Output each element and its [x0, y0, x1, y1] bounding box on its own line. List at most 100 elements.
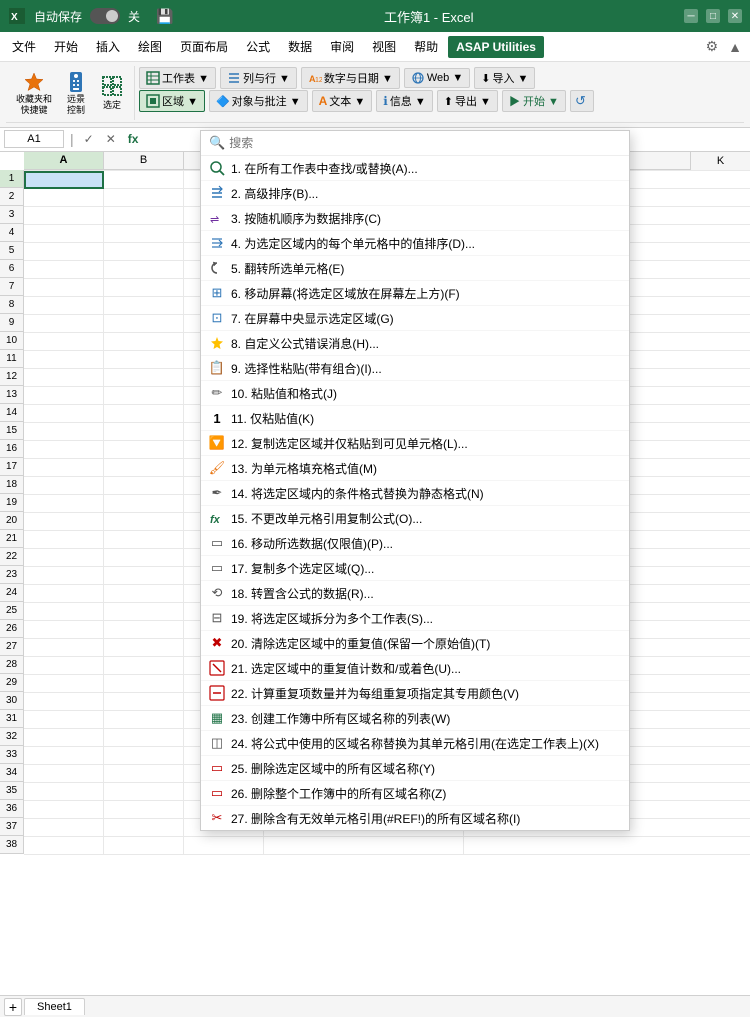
menu-entry-23[interactable]: ▦23. 创建工作簿中所有区域名称的列表(W)	[201, 706, 629, 731]
export-btn[interactable]: ⬆ 导出 ▼	[437, 90, 498, 112]
cell-B35[interactable]	[104, 783, 184, 801]
menu-entry-27[interactable]: ✂27. 删除含有无效单元格引用(#REF!)的所有区域名称(I)	[201, 806, 629, 830]
cell-A31[interactable]	[24, 711, 104, 729]
cell-A30[interactable]	[24, 693, 104, 711]
cell-B4[interactable]	[104, 225, 184, 243]
menu-entry-25[interactable]: ▭25. 删除选定区域中的所有区域名称(Y)	[201, 756, 629, 781]
autosave-toggle[interactable]	[90, 8, 120, 24]
cell-B18[interactable]	[104, 477, 184, 495]
cell-A23[interactable]	[24, 567, 104, 585]
menu-entry-6[interactable]: ⊞6. 移动屏幕(将选定区域放在屏幕左上方)(F)	[201, 281, 629, 306]
columns-rows-btn[interactable]: 列与行 ▼	[220, 67, 297, 89]
cell-A25[interactable]	[24, 603, 104, 621]
cell-A26[interactable]	[24, 621, 104, 639]
window-minimize[interactable]: ─	[684, 9, 698, 23]
text-btn[interactable]: A 文本 ▼	[312, 90, 373, 112]
menu-entry-26[interactable]: ▭26. 删除整个工作簿中的所有区域名称(Z)	[201, 781, 629, 806]
save-icon[interactable]: 💾	[156, 8, 173, 25]
cell-B6[interactable]	[104, 261, 184, 279]
ribbon-collapse[interactable]: ▲	[724, 35, 746, 59]
cell-B2[interactable]	[104, 189, 184, 207]
menu-entry-7[interactable]: ⊡7. 在屏幕中央显示选定区域(G)	[201, 306, 629, 331]
cell-A15[interactable]	[24, 423, 104, 441]
col-header-B[interactable]: B	[104, 152, 184, 169]
cell-B20[interactable]	[104, 513, 184, 531]
menu-entry-1[interactable]: 1. 在所有工作表中查找/或替换(A)...	[201, 156, 629, 181]
col-header-K[interactable]: K	[690, 152, 750, 170]
cell-B28[interactable]	[104, 657, 184, 675]
cell-B36[interactable]	[104, 801, 184, 819]
cell-A22[interactable]	[24, 549, 104, 567]
cell-B16[interactable]	[104, 441, 184, 459]
cell-A5[interactable]	[24, 243, 104, 261]
cell-D38[interactable]	[264, 837, 464, 855]
cell-B29[interactable]	[104, 675, 184, 693]
info-btn[interactable]: ℹ 信息 ▼	[376, 90, 433, 112]
add-sheet-btn[interactable]: +	[4, 998, 22, 1016]
cell-A37[interactable]	[24, 819, 104, 837]
import-btn[interactable]: ⬇ 导入 ▼	[474, 67, 535, 89]
cell-B8[interactable]	[104, 297, 184, 315]
cell-A10[interactable]	[24, 333, 104, 351]
cell-C38[interactable]	[184, 837, 264, 855]
cell-B14[interactable]	[104, 405, 184, 423]
menu-entry-10[interactable]: ✏10. 粘贴值和格式(J)	[201, 381, 629, 406]
cell-A32[interactable]	[24, 729, 104, 747]
menu-entry-4[interactable]: 4. 为选定区域内的每个单元格中的值排序(D)...	[201, 231, 629, 256]
menu-entry-12[interactable]: 🔽12. 复制选定区域并仅粘贴到可见单元格(L)...	[201, 431, 629, 456]
worksheet-btn[interactable]: 工作表 ▼	[139, 67, 216, 89]
cell-A36[interactable]	[24, 801, 104, 819]
cell-A35[interactable]	[24, 783, 104, 801]
menu-asap-utilities[interactable]: ASAP Utilities	[448, 36, 544, 58]
menu-review[interactable]: 审阅	[322, 34, 362, 59]
menu-page-layout[interactable]: 页面布局	[172, 34, 236, 59]
menu-entry-9[interactable]: 📋9. 选择性粘贴(带有组合)(I)...	[201, 356, 629, 381]
cell-A1[interactable]	[24, 171, 104, 189]
cell-B26[interactable]	[104, 621, 184, 639]
cell-A24[interactable]	[24, 585, 104, 603]
sheet-tab-1[interactable]: Sheet1	[24, 998, 85, 1015]
menu-entry-20[interactable]: ✖20. 清除选定区域中的重复值(保留一个原始值)(T)	[201, 631, 629, 656]
cell-A27[interactable]	[24, 639, 104, 657]
menu-entry-11[interactable]: 111. 仅粘贴值(K)	[201, 406, 629, 431]
cell-reference[interactable]	[4, 130, 64, 148]
menu-draw[interactable]: 绘图	[130, 34, 170, 59]
cell-B10[interactable]	[104, 333, 184, 351]
menu-data[interactable]: 数据	[280, 34, 320, 59]
cell-B17[interactable]	[104, 459, 184, 477]
favorites-shortcuts-btn[interactable]: 收藏夹和快捷键	[12, 68, 56, 118]
cell-B9[interactable]	[104, 315, 184, 333]
cell-B27[interactable]	[104, 639, 184, 657]
refresh-btn[interactable]: ↺	[570, 90, 594, 112]
search-input[interactable]	[229, 136, 621, 150]
menu-entry-13[interactable]: 🖌13. 为单元格填充格式值(M)	[201, 456, 629, 481]
menu-entry-18[interactable]: ⟲18. 转置含公式的数据(R)...	[201, 581, 629, 606]
cell-A3[interactable]	[24, 207, 104, 225]
cell-B13[interactable]	[104, 387, 184, 405]
cell-A33[interactable]	[24, 747, 104, 765]
cell-B22[interactable]	[104, 549, 184, 567]
menu-start[interactable]: 开始	[46, 34, 86, 59]
cell-B38[interactable]	[104, 837, 184, 855]
menu-insert[interactable]: 插入	[88, 34, 128, 59]
web-btn[interactable]: Web ▼	[404, 68, 470, 88]
cell-B30[interactable]	[104, 693, 184, 711]
menu-entry-19[interactable]: ⊟19. 将选定区域拆分为多个工作表(S)...	[201, 606, 629, 631]
cell-A8[interactable]	[24, 297, 104, 315]
range-btn[interactable]: 区域 ▼	[139, 90, 205, 112]
window-maximize[interactable]: □	[706, 9, 720, 23]
cell-A14[interactable]	[24, 405, 104, 423]
cell-B32[interactable]	[104, 729, 184, 747]
menu-entry-3[interactable]: ⇌3. 按随机顺序为数据排序(C)	[201, 206, 629, 231]
cell-A17[interactable]	[24, 459, 104, 477]
menu-entry-14[interactable]: ✒14. 将选定区域内的条件格式替换为静态格式(N)	[201, 481, 629, 506]
cell-A20[interactable]	[24, 513, 104, 531]
cell-B19[interactable]	[104, 495, 184, 513]
cell-B25[interactable]	[104, 603, 184, 621]
menu-formula[interactable]: 公式	[238, 34, 278, 59]
cell-B34[interactable]	[104, 765, 184, 783]
cell-B31[interactable]	[104, 711, 184, 729]
cell-A6[interactable]	[24, 261, 104, 279]
cell-B24[interactable]	[104, 585, 184, 603]
cell-B1[interactable]	[104, 171, 184, 189]
